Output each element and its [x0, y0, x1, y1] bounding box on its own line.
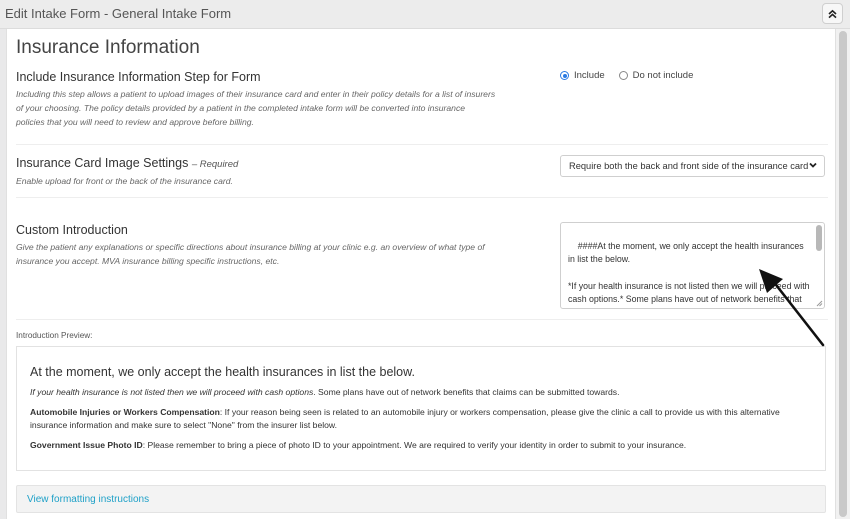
radio-do-not-include[interactable]: Do not include: [618, 70, 694, 81]
radio-do-not-include-label: Do not include: [632, 70, 694, 81]
preview-paragraph-cash: If your health insurance is not listed t…: [30, 386, 790, 399]
card-settings-description: Enable upload for front or the back of t…: [16, 176, 233, 186]
preview-label: Introduction Preview:: [16, 331, 93, 340]
page-scrollbar-thumb[interactable]: [839, 31, 847, 517]
preview-cash-emphasis: If your health insurance is not listed t…: [30, 387, 314, 397]
card-image-select[interactable]: Require both the back and front side of …: [560, 155, 825, 177]
divider: [16, 144, 828, 145]
preview-paragraph-photo-id: Government Issue Photo ID: Please rememb…: [30, 439, 790, 452]
textarea-scrollbar[interactable]: [816, 225, 822, 251]
window-titlebar: Edit Intake Form - General Intake Form: [0, 0, 850, 29]
collapse-button[interactable]: [822, 3, 843, 24]
preview-cash-text: . Some plans have out of network benefit…: [313, 387, 620, 397]
include-step-title: Include Insurance Information Step for F…: [16, 70, 261, 84]
arrow-icon: [759, 269, 825, 347]
custom-intro-title: Custom Introduction: [16, 223, 128, 237]
divider: [16, 319, 828, 320]
preview-heading: At the moment, we only accept the health…: [30, 365, 415, 379]
card-settings-title-text: Insurance Card Image Settings: [16, 156, 189, 170]
view-formatting-link[interactable]: View formatting instructions: [27, 494, 149, 505]
radio-do-not-include-control[interactable]: [618, 71, 628, 80]
introduction-preview: At the moment, we only accept the health…: [16, 346, 826, 471]
include-radio-group: Include Do not include: [560, 70, 707, 81]
radio-include-label: Include: [574, 70, 605, 81]
form-panel: Insurance Information Include Insurance …: [6, 29, 836, 519]
required-label: – Required: [191, 159, 239, 170]
section-heading: Insurance Information: [16, 37, 200, 58]
page-scrollbar[interactable]: [836, 29, 850, 519]
window-title: Edit Intake Form - General Intake Form: [5, 6, 232, 21]
preview-photo-id-heading: Government Issue Photo ID: [30, 440, 143, 450]
include-step-description: Including this step allows a patient to …: [16, 89, 496, 127]
preview-automobile-heading: Automobile Injuries or Workers Compensat…: [30, 407, 220, 417]
formatting-instructions-bar[interactable]: View formatting instructions: [16, 485, 826, 513]
card-settings-title: Insurance Card Image Settings – Required: [16, 156, 238, 170]
card-image-select-value: Require both the back and front side of …: [569, 161, 809, 171]
custom-intro-description: Give the patient any explanations or spe…: [16, 242, 485, 266]
double-chevron-up-icon: [828, 9, 837, 18]
preview-photo-id-text: : Please remember to bring a piece of ph…: [142, 440, 687, 450]
chevron-down-icon: [809, 162, 817, 168]
radio-include-control[interactable]: [560, 71, 569, 80]
preview-paragraph-automobile: Automobile Injuries or Workers Compensat…: [30, 406, 790, 432]
divider: [16, 197, 828, 198]
radio-include[interactable]: Include: [560, 70, 605, 81]
